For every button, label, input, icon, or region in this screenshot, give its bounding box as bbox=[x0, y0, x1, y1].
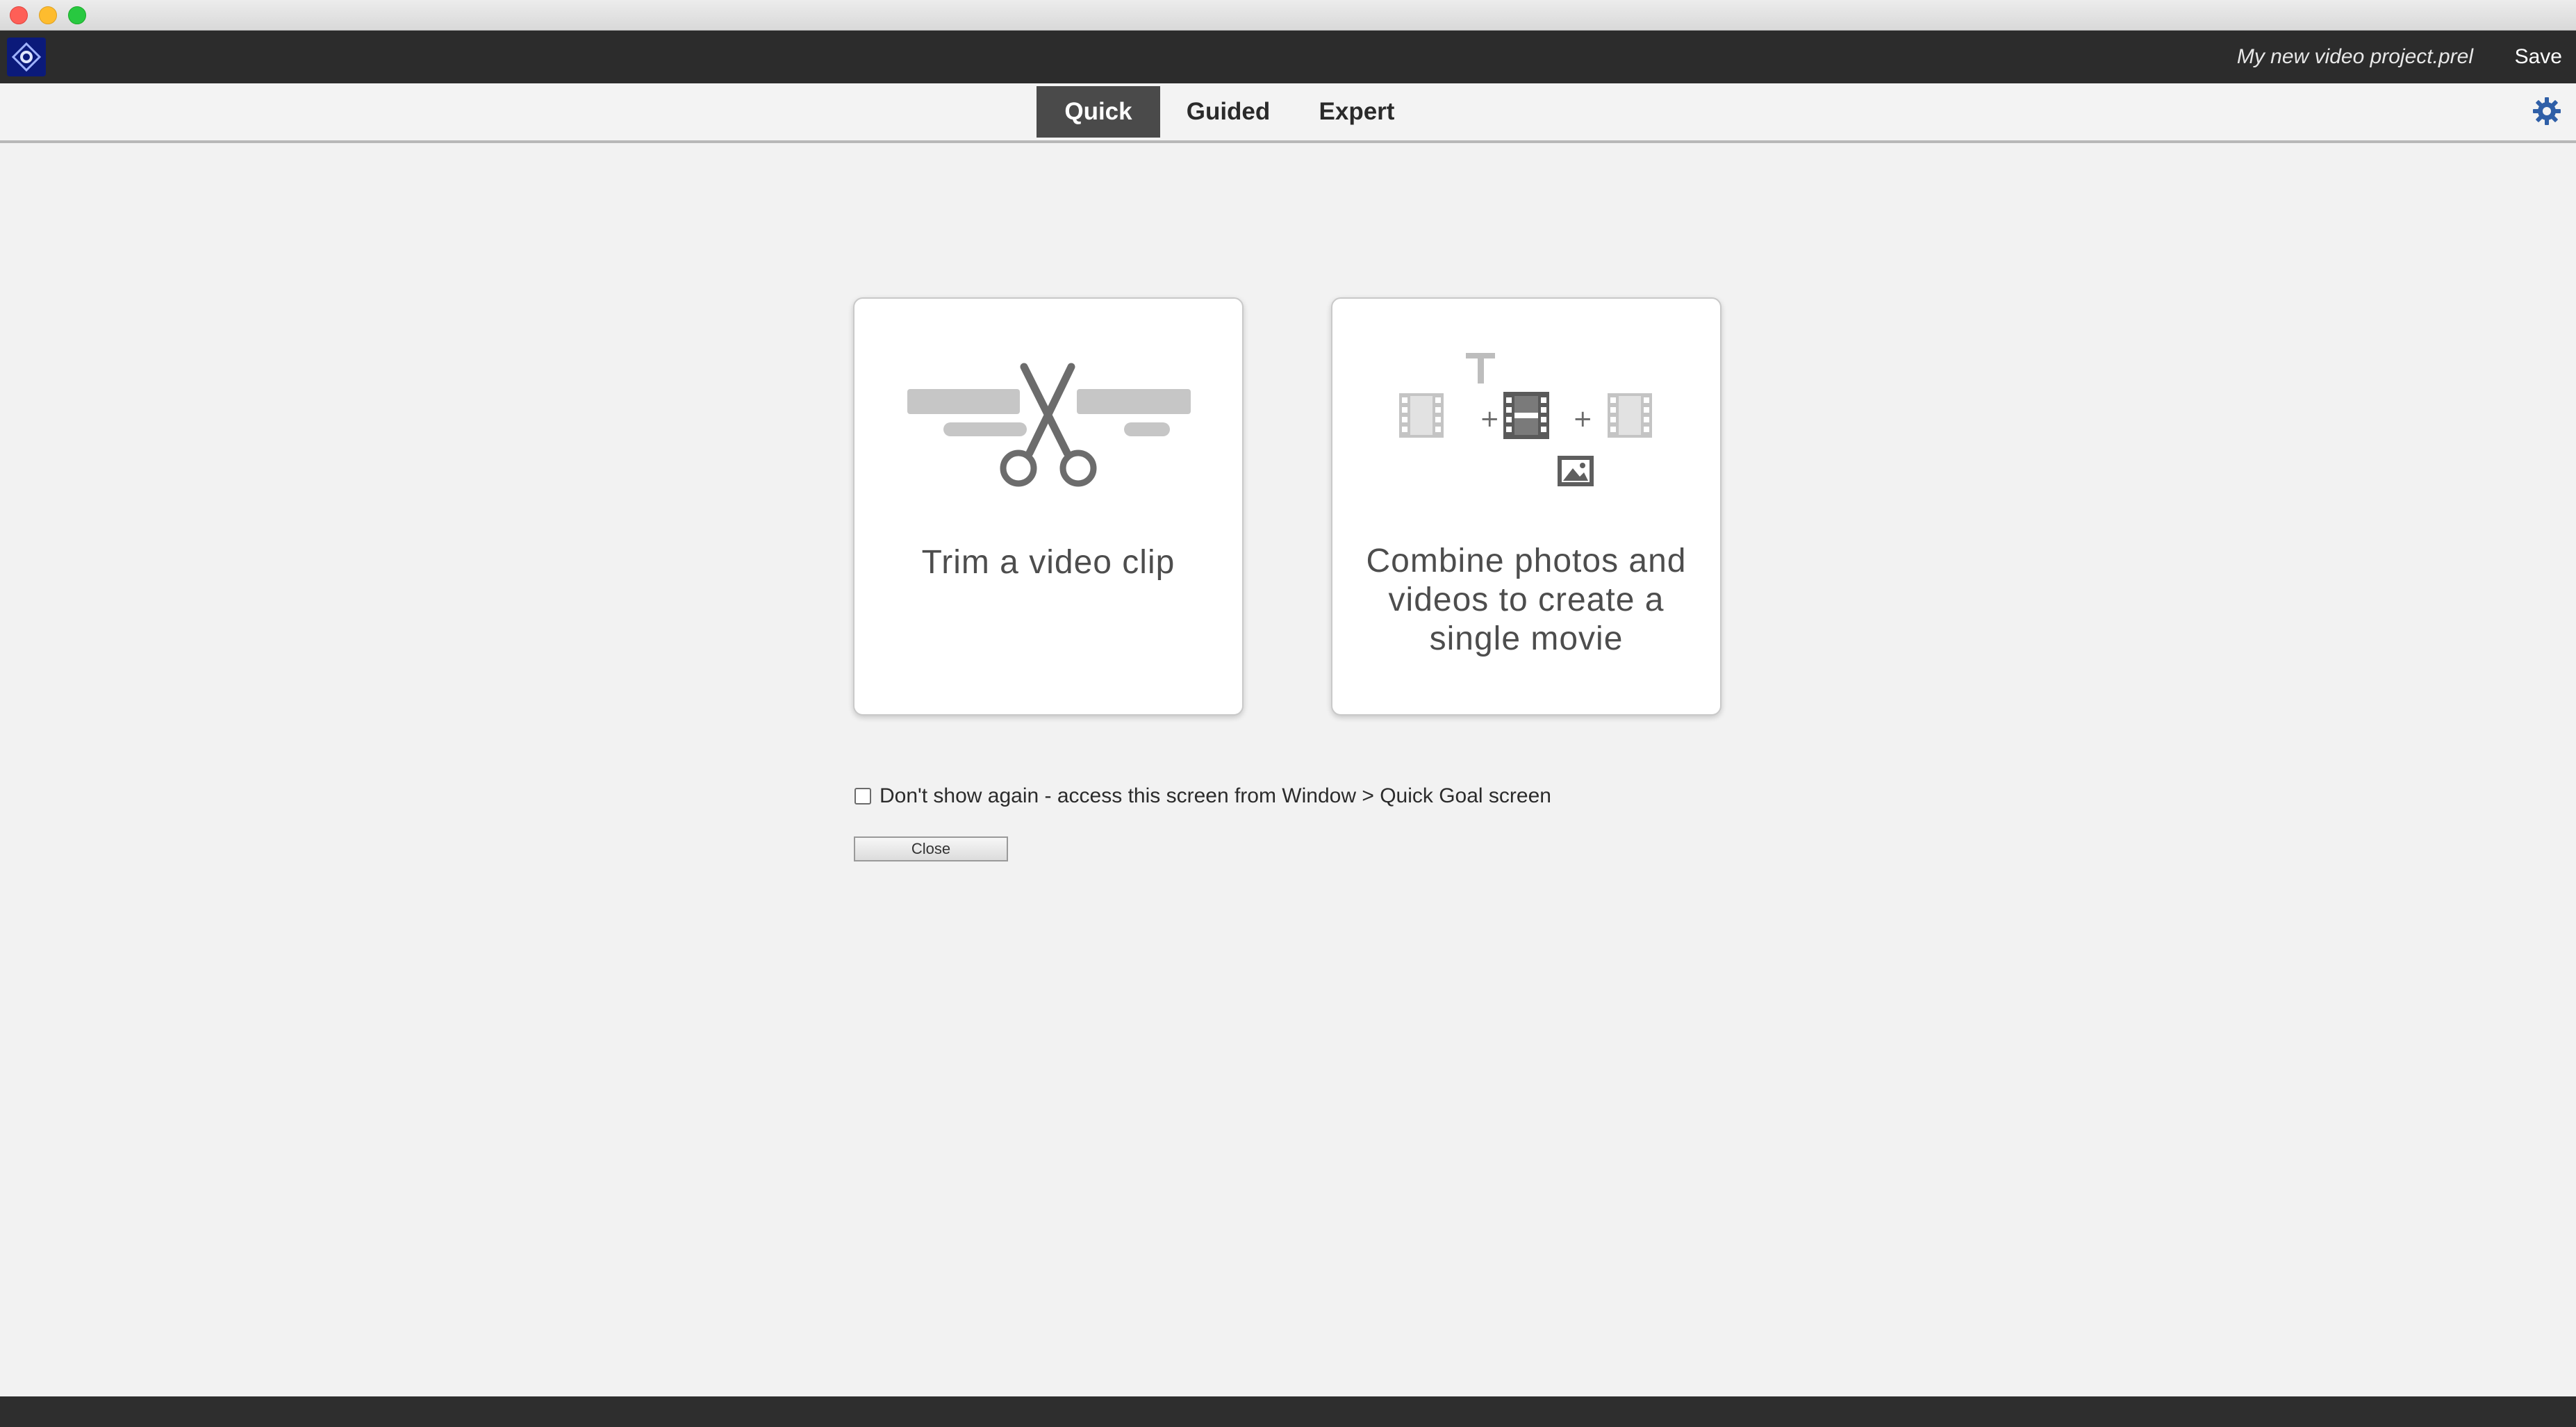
premiere-elements-logo-icon bbox=[7, 38, 46, 76]
gear-icon[interactable] bbox=[2532, 96, 2562, 126]
svg-text:+: + bbox=[1573, 405, 1593, 433]
dont-show-again-label: Don't show again - access this screen fr… bbox=[880, 784, 1551, 807]
tab-guided[interactable]: Guided bbox=[1174, 86, 1282, 138]
bottom-bar bbox=[0, 1396, 2576, 1427]
combine-media-icon: + + bbox=[1399, 353, 1652, 486]
mode-tabs: Quick Guided Expert bbox=[0, 83, 2576, 143]
save-button[interactable]: Save bbox=[2515, 44, 2562, 69]
window-zoom-button[interactable] bbox=[68, 6, 86, 24]
app-header: My new video project.prel Save bbox=[0, 31, 2576, 83]
dont-show-again-row: Don't show again - access this screen fr… bbox=[854, 784, 1551, 809]
close-button[interactable]: Close bbox=[854, 836, 1008, 861]
card-label: Combine photos and videos to create a si… bbox=[1366, 543, 1687, 657]
trim-video-clip-card[interactable]: Trim a video clip bbox=[853, 297, 1244, 716]
tab-quick[interactable]: Quick bbox=[1037, 86, 1160, 138]
window-close-button[interactable] bbox=[10, 6, 28, 24]
svg-text:+: + bbox=[1480, 405, 1500, 433]
dont-show-again-checkbox[interactable] bbox=[854, 788, 871, 805]
window-titlebar bbox=[0, 0, 2576, 31]
scissors-icon bbox=[907, 363, 1191, 487]
card-label: Trim a video clip bbox=[921, 544, 1175, 581]
project-name: My new video project.prel bbox=[2236, 45, 2473, 68]
combine-media-card[interactable]: + + Combine photos and videos to create … bbox=[1331, 297, 1722, 716]
window-minimize-button[interactable] bbox=[39, 6, 57, 24]
tab-expert[interactable]: Expert bbox=[1296, 86, 1417, 138]
